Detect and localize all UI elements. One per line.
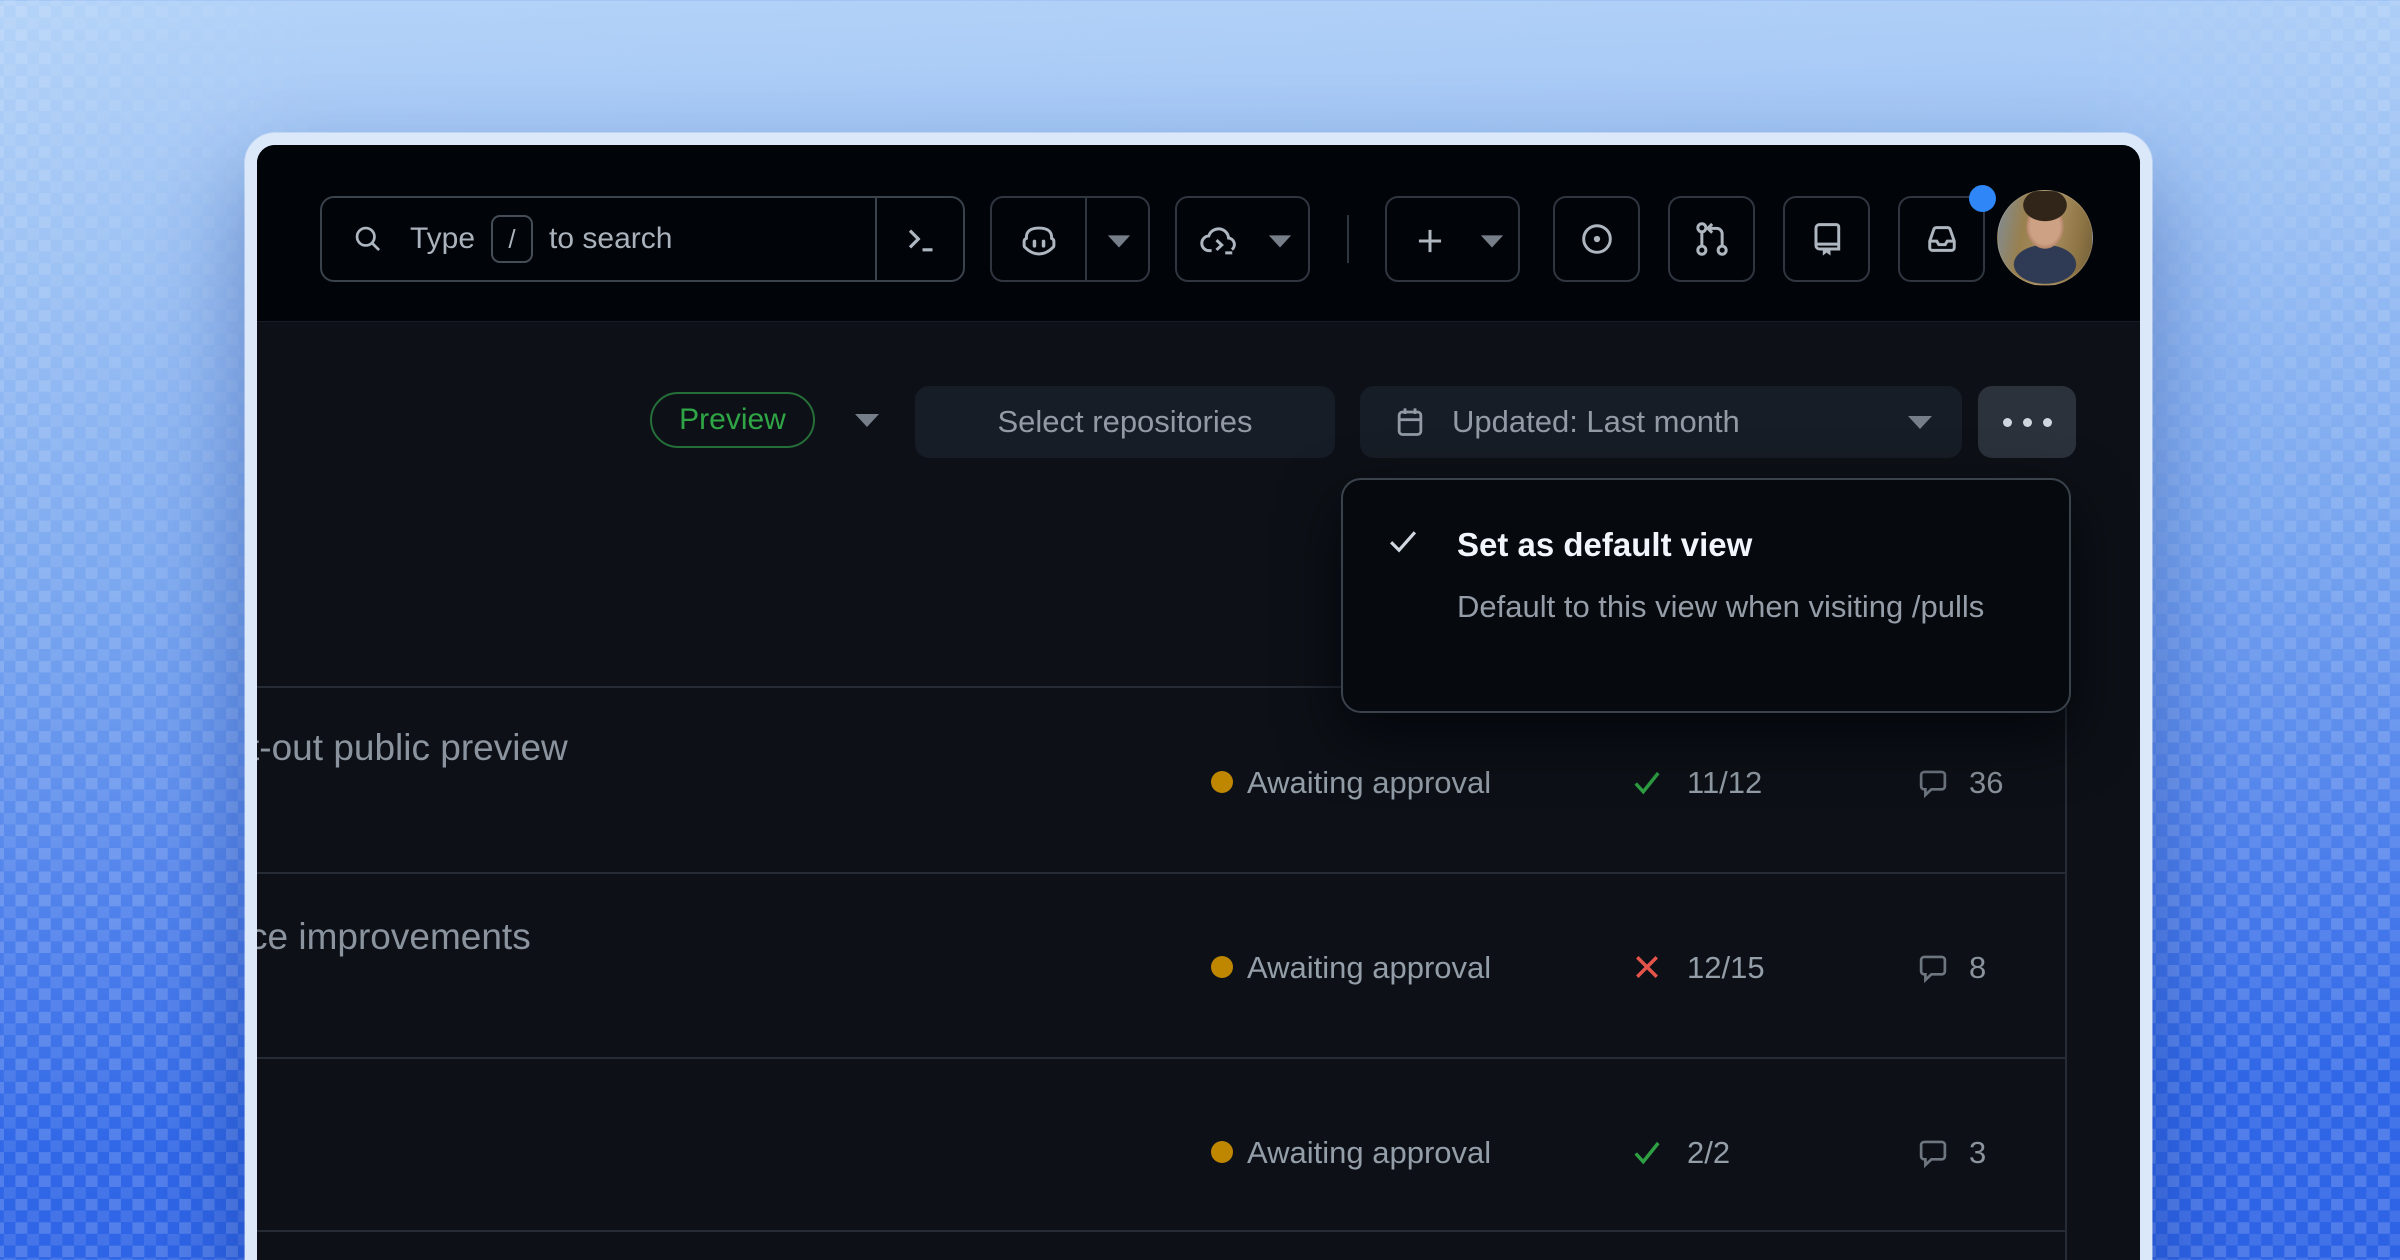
select-repositories-button[interactable]: Select repositories [915, 386, 1335, 458]
calendar-icon [1390, 402, 1430, 442]
checks-count: 11/12 [1687, 765, 1762, 801]
terminal-prompt-icon [900, 219, 940, 259]
checks-success-icon [1629, 764, 1665, 800]
issues-button[interactable] [1553, 196, 1640, 282]
awaiting-approval-dot-icon [1211, 1141, 1233, 1163]
search-placeholder-prefix: Type [410, 222, 475, 256]
button-divider [1085, 198, 1087, 280]
copilot-icon [1018, 220, 1060, 262]
comment-count: 8 [1969, 950, 1986, 986]
avatar[interactable] [1997, 190, 2093, 286]
checks-success-icon [1629, 1134, 1665, 1170]
search-input[interactable]: Type / to search [320, 196, 965, 282]
inbox-icon [1921, 218, 1963, 260]
preview-badge: Preview [650, 392, 815, 448]
preview-label: Preview [679, 403, 786, 437]
menu-item-set-default-view[interactable]: Set as default view [1457, 526, 1752, 564]
awaiting-approval-dot-icon [1211, 956, 1233, 978]
header-divider [1347, 215, 1349, 263]
codespaces-button[interactable] [1175, 196, 1310, 282]
pr-row-meta[interactable]: Awaiting approval 12/15 8 [1207, 945, 2069, 989]
comment-icon [1914, 764, 1952, 802]
awaiting-approval-dot-icon [1211, 771, 1233, 793]
menu-item-description: Default to this view when visiting /pull… [1457, 584, 2027, 630]
github-window: Type / to search [245, 133, 2152, 1260]
row-divider [257, 872, 2067, 874]
review-status-label: Awaiting approval [1247, 950, 1491, 986]
comment-icon [1914, 949, 1952, 987]
checks-count: 12/15 [1687, 950, 1765, 986]
copilot-button[interactable] [990, 196, 1150, 282]
review-status-label: Awaiting approval [1247, 1135, 1491, 1171]
codespaces-cloud-icon [1197, 220, 1243, 262]
comment-icon [1914, 1134, 1952, 1172]
kebab-dot [2043, 418, 2052, 427]
kebab-dot [2003, 418, 2012, 427]
search-placeholder-suffix: to search [549, 222, 672, 256]
check-icon [1384, 522, 1422, 560]
checks-count: 2/2 [1687, 1135, 1730, 1171]
view-options-button[interactable] [1978, 386, 2076, 458]
comment-count: 3 [1969, 1135, 1986, 1171]
pr-row-meta[interactable]: Awaiting approval 11/12 36 [1207, 760, 2069, 804]
plus-icon [1411, 222, 1449, 260]
select-repositories-label: Select repositories [997, 404, 1252, 440]
github-app: Type / to search [257, 145, 2140, 1260]
checks-failure-icon [1629, 949, 1665, 985]
chevron-down-icon [1479, 232, 1505, 250]
chevron-down-icon [1906, 413, 1934, 431]
notifications-inbox-button[interactable] [1898, 196, 1985, 282]
slash-key-label: / [508, 224, 515, 255]
search-icon [350, 221, 386, 257]
command-palette-button[interactable] [875, 198, 963, 280]
pr-row-title[interactable]: t-out public preview [257, 727, 568, 769]
preview-dropdown-caret[interactable] [853, 411, 881, 429]
pr-row-meta[interactable]: Awaiting approval 2/2 3 [1207, 1130, 2069, 1174]
comment-count: 36 [1969, 765, 2003, 801]
git-pull-request-icon [1691, 218, 1733, 260]
chevron-down-icon [853, 411, 881, 429]
updated-filter-label: Updated: Last month [1452, 404, 1740, 440]
updated-filter-button[interactable]: Updated: Last month [1360, 386, 1962, 458]
repo-book-icon [1806, 218, 1848, 260]
pr-row-title[interactable]: ce improvements [257, 916, 531, 958]
chevron-down-icon [1267, 232, 1293, 250]
repositories-button[interactable] [1783, 196, 1870, 282]
kebab-dot [2023, 418, 2032, 427]
row-divider [257, 1230, 2067, 1232]
row-divider [257, 1057, 2067, 1059]
view-options-menu: Set as default view Default to this view… [1341, 478, 2071, 713]
slash-keycap: / [491, 215, 533, 263]
create-new-button[interactable] [1385, 196, 1520, 282]
global-header: Type / to search [257, 145, 2140, 322]
issue-opened-icon [1576, 218, 1618, 260]
chevron-down-icon [1106, 232, 1132, 250]
unread-notification-dot [1969, 185, 1996, 212]
pull-requests-button[interactable] [1668, 196, 1755, 282]
review-status-label: Awaiting approval [1247, 765, 1491, 801]
